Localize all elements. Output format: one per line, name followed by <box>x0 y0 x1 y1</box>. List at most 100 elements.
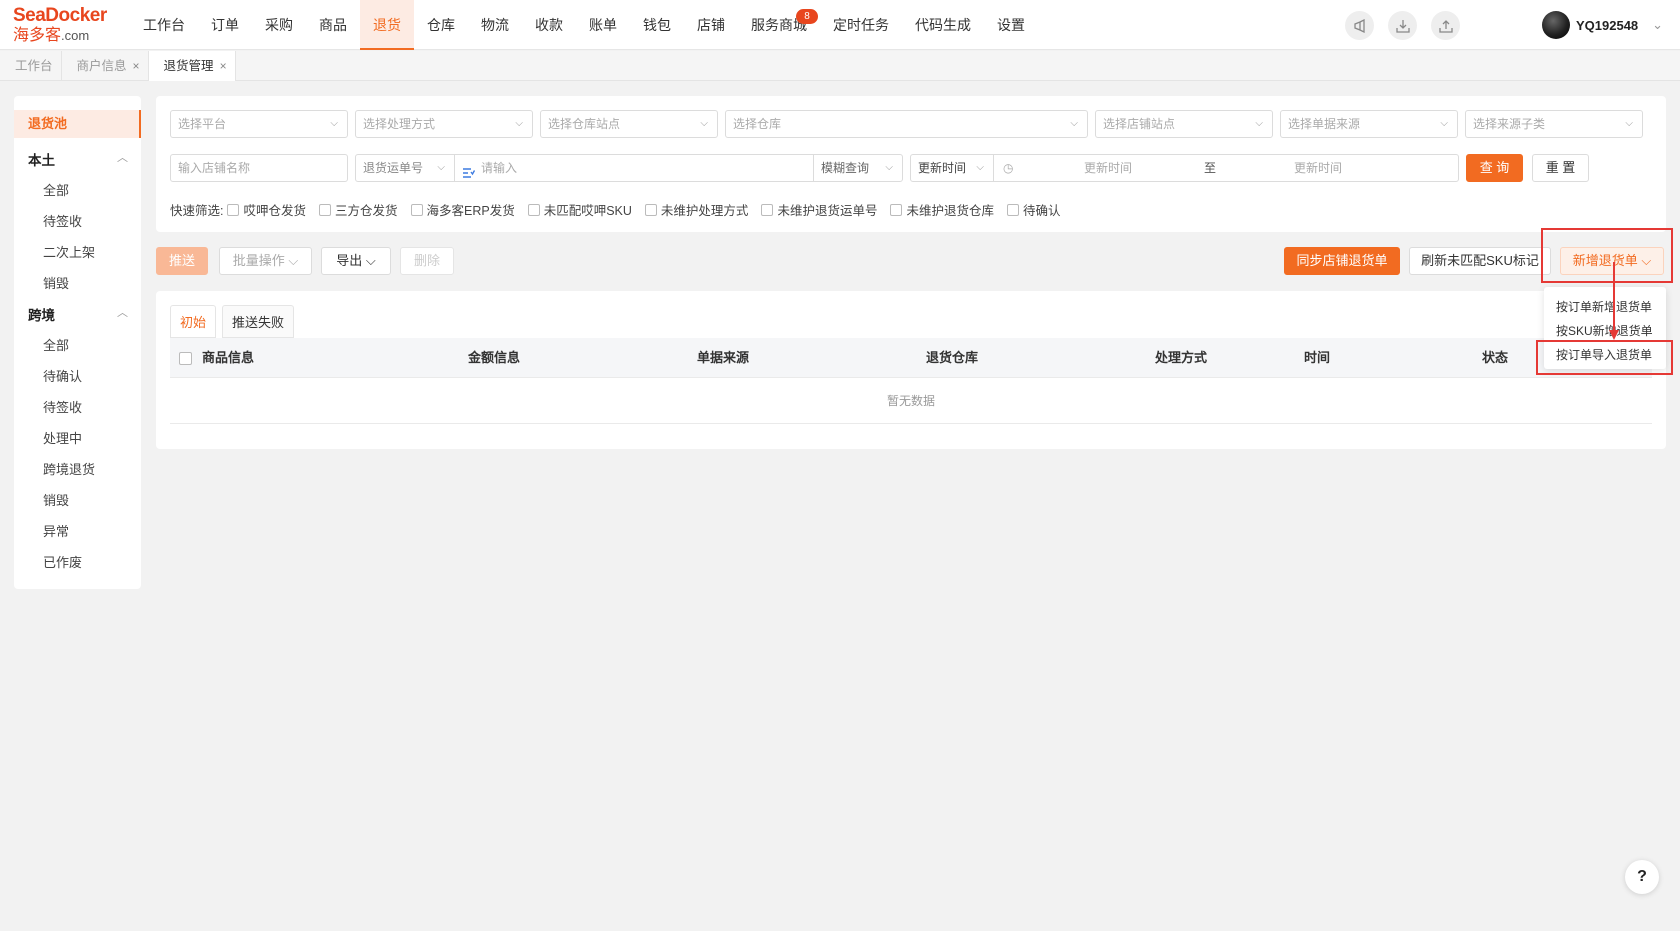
quick-filter-checkbox[interactable]: 哎呷仓发货 <box>227 200 306 219</box>
main-nav: 工作台 订单 采购 商品 退货 仓库 物流 收款 账单 钱包 店铺 服务商城 8 … <box>130 0 1038 50</box>
column-header: 退货仓库 <box>926 350 979 365</box>
nav-logistics[interactable]: 物流 <box>468 0 522 50</box>
sidebar-item-local-relist[interactable]: 二次上架 <box>43 242 95 261</box>
sidebar-item-cb-pending-receipt[interactable]: 待签收 <box>43 397 82 416</box>
sidebar-item-cb-exception[interactable]: 异常 <box>43 521 69 540</box>
match-mode-select[interactable]: 模糊查询 ⌵ <box>813 154 903 182</box>
menu-item-new-by-order[interactable]: 按订单新增退货单 <box>1556 298 1652 315</box>
push-button[interactable]: 推送 <box>156 247 208 275</box>
sidebar-item-local-all[interactable]: 全部 <box>43 180 69 199</box>
quick-filter-checkbox[interactable]: 海多客ERP发货 <box>410 200 515 219</box>
nav-bills[interactable]: 账单 <box>576 0 630 50</box>
export-dropdown[interactable]: 导出 ⌵ <box>321 247 391 275</box>
chevron-down-icon: ⌵ <box>976 162 984 173</box>
date-range-picker[interactable]: ◷ 更新时间 至 更新时间 <box>993 154 1459 182</box>
quick-filter-checkbox[interactable]: 未维护退货运单号 <box>761 200 877 219</box>
nav-products[interactable]: 商品 <box>306 0 360 50</box>
quick-filter-checkbox[interactable]: 未匹配哎呷SKU <box>527 200 632 219</box>
nav-shops[interactable]: 店铺 <box>684 0 738 50</box>
reset-button[interactable]: 重 置 <box>1532 154 1589 182</box>
source-subtype-select[interactable]: 选择来源子类 ⌵ <box>1465 110 1643 138</box>
batch-operations-dropdown[interactable]: 批量操作 ⌵ <box>219 247 312 275</box>
quick-filter-label: 快速筛选: <box>170 204 224 218</box>
sidebar-item-cb-all[interactable]: 全部 <box>43 335 69 354</box>
nav-code-gen[interactable]: 代码生成 <box>902 0 984 50</box>
chevron-down-icon: ⌵ <box>515 118 523 129</box>
chevron-down-icon: ⌵ <box>1070 118 1078 129</box>
sidebar-group-local[interactable]: 本土 ︿ <box>28 149 128 169</box>
empty-state: 暂无数据 <box>170 378 1652 424</box>
chevron-down-icon: ⌵ <box>1625 118 1633 129</box>
sidebar-item-local-pending-receipt[interactable]: 待签收 <box>43 211 82 230</box>
download-icon[interactable] <box>1388 11 1417 40</box>
sidebar-item-cb-processing[interactable]: 处理中 <box>43 428 82 447</box>
date-start[interactable]: 更新时间 <box>1084 155 1132 181</box>
sidebar-item-local-destroy[interactable]: 销毁 <box>43 273 69 292</box>
tab-push-failed[interactable]: 推送失败 <box>222 305 295 338</box>
nav-service-mall[interactable]: 服务商城 8 <box>738 0 820 50</box>
tab-merchant-info[interactable]: 商户信息 × <box>62 51 149 81</box>
select-all-checkbox[interactable] <box>179 352 192 365</box>
handling-method-select[interactable]: 选择处理方式 ⌵ <box>355 110 533 138</box>
shop-site-select[interactable]: 选择店铺站点 ⌵ <box>1095 110 1273 138</box>
nav-wallet[interactable]: 钱包 <box>630 0 684 50</box>
nav-settings[interactable]: 设置 <box>984 0 1038 50</box>
date-separator: 至 <box>1204 161 1217 175</box>
user-name: YQ192548 <box>1576 17 1639 33</box>
quick-filter: 快速筛选: 哎呷仓发货 三方仓发货 海多客ERP发货 未匹配哎呷SKU 未维护处… <box>170 200 1073 219</box>
quick-filter-checkbox[interactable]: 待确认 <box>1006 200 1060 219</box>
tab-return-management[interactable]: 退货管理 × <box>148 51 236 81</box>
announcement-icon[interactable] <box>1345 11 1374 40</box>
sidebar-item-cb-pending-confirm[interactable]: 待确认 <box>43 366 82 385</box>
nav-purchase[interactable]: 采购 <box>252 0 306 50</box>
chevron-down-icon: ⌵ <box>1255 118 1263 129</box>
warehouse-select[interactable]: 选择仓库 ⌵ <box>725 110 1088 138</box>
quick-filter-checkbox[interactable]: 未维护退货仓库 <box>890 200 994 219</box>
user-menu[interactable]: YQ192548 ⌄ <box>1542 11 1663 39</box>
sidebar-item-cb-destroy[interactable]: 销毁 <box>43 490 69 509</box>
chevron-down-icon: ⌵ <box>700 118 708 129</box>
quick-filter-checkbox[interactable]: 未维护处理方式 <box>644 200 748 219</box>
tab-initial[interactable]: 初始 <box>170 305 217 338</box>
quick-filter-checkbox[interactable]: 三方仓发货 <box>319 200 398 219</box>
query-button[interactable]: 查 询 <box>1466 154 1523 182</box>
highlight-box <box>1536 340 1673 375</box>
nav-workbench[interactable]: 工作台 <box>130 0 198 50</box>
sync-store-returns-button[interactable]: 同步店铺退货单 <box>1284 247 1400 275</box>
sidebar-item-return-pool[interactable]: 退货池 <box>14 110 141 138</box>
tab-workbench[interactable]: 工作台 <box>0 51 62 81</box>
close-icon[interactable]: × <box>220 51 227 81</box>
store-name-input[interactable]: 输入店铺名称 <box>170 154 348 182</box>
delete-button[interactable]: 删除 <box>400 247 454 275</box>
close-icon[interactable]: × <box>133 51 140 81</box>
column-header: 处理方式 <box>1155 350 1208 365</box>
nav-receipts[interactable]: 收款 <box>522 0 576 50</box>
upload-icon[interactable] <box>1431 11 1460 40</box>
sidebar-item-cb-crossborder-return[interactable]: 跨境退货 <box>43 459 95 478</box>
arrow-annotation <box>1609 262 1619 340</box>
platform-select[interactable]: 选择平台 ⌵ <box>170 110 348 138</box>
search-input[interactable]: 请输入 <box>454 154 814 182</box>
document-source-select[interactable]: 选择单据来源 ⌵ <box>1280 110 1458 138</box>
nav-badge: 8 <box>796 9 818 24</box>
tracking-type-select[interactable]: 退货运单号 ⌵ <box>355 154 455 182</box>
nav-orders[interactable]: 订单 <box>198 0 252 50</box>
chevron-up-icon: ︿ <box>117 307 128 319</box>
table-header: 商品信息 金额信息 单据来源 退货仓库 处理方式 时间 状态 <box>170 338 1652 378</box>
brand-logo[interactable]: SeaDocker 海多客.com <box>13 6 113 46</box>
top-bar: SeaDocker 海多客.com 工作台 订单 采购 商品 退货 仓库 物流 … <box>0 0 1680 50</box>
warehouse-site-select[interactable]: 选择仓库站点 ⌵ <box>540 110 718 138</box>
time-type-select[interactable]: 更新时间 ⌵ <box>910 154 994 182</box>
menu-item-new-by-sku[interactable]: 按SKU新增退货单 <box>1556 322 1653 339</box>
nav-warehouse[interactable]: 仓库 <box>414 0 468 50</box>
refresh-unmatched-sku-button[interactable]: 刷新未匹配SKU标记 <box>1409 247 1551 275</box>
chevron-down-icon: ⌄ <box>1652 17 1664 32</box>
help-button[interactable]: ? <box>1625 860 1659 894</box>
column-header: 金额信息 <box>468 350 521 365</box>
sidebar-item-cb-voided[interactable]: 已作废 <box>43 552 82 571</box>
sidebar-group-crossborder[interactable]: 跨境 ︿ <box>28 304 128 324</box>
nav-scheduled-tasks[interactable]: 定时任务 <box>820 0 902 50</box>
nav-returns[interactable]: 退货 <box>360 0 414 50</box>
date-end[interactable]: 更新时间 <box>1294 155 1342 181</box>
chevron-down-icon: ⌵ <box>1440 118 1448 129</box>
